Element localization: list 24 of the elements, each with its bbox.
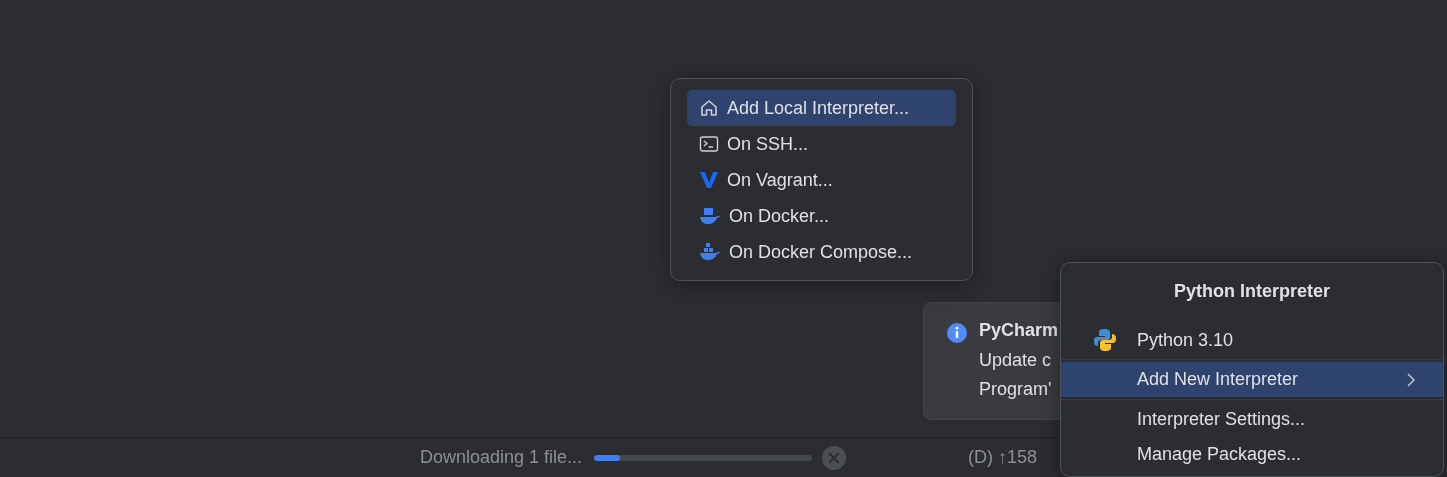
- menu-item[interactable]: Manage Packages...: [1061, 437, 1443, 472]
- menu-item-label: On Docker...: [729, 205, 830, 227]
- menu-item[interactable]: On Docker...: [687, 198, 956, 234]
- menu-item-label: Manage Packages...: [1137, 444, 1303, 465]
- menu-item-label: Python 3.10: [1137, 329, 1235, 351]
- menu-item-label: On Vagrant...: [727, 169, 833, 191]
- notification-title: PyCharm: [979, 320, 1060, 342]
- popup-title: Python Interpreter: [1174, 281, 1330, 303]
- menu-item-label: Add Local Interpreter...: [727, 97, 910, 119]
- menu-item-label: Interpreter Settings...: [1137, 409, 1307, 430]
- menu-item-label: On SSH...: [727, 133, 809, 155]
- menu-item-label: On Docker Compose...: [729, 241, 913, 263]
- notification-text: Program': [979, 378, 1053, 401]
- menu-item[interactable]: Python 3.10: [1061, 323, 1443, 357]
- menu-item-label: Add New Interpreter: [1137, 369, 1300, 390]
- menu-item[interactable]: Add Local Interpreter...: [687, 90, 956, 126]
- menu-item[interactable]: On SSH...: [687, 126, 956, 162]
- menu-item[interactable]: On Docker Compose...: [687, 234, 956, 270]
- menu-item[interactable]: Interpreter Settings...: [1061, 402, 1443, 437]
- menu-item[interactable]: Add New Interpreter: [1061, 362, 1443, 397]
- menu-item[interactable]: On Vagrant...: [687, 162, 956, 198]
- notification-text: Update c: [979, 349, 1053, 372]
- status-info: (D) ↑158: [968, 447, 1038, 468]
- task-text: Downloading 1 file...: [420, 447, 583, 468]
